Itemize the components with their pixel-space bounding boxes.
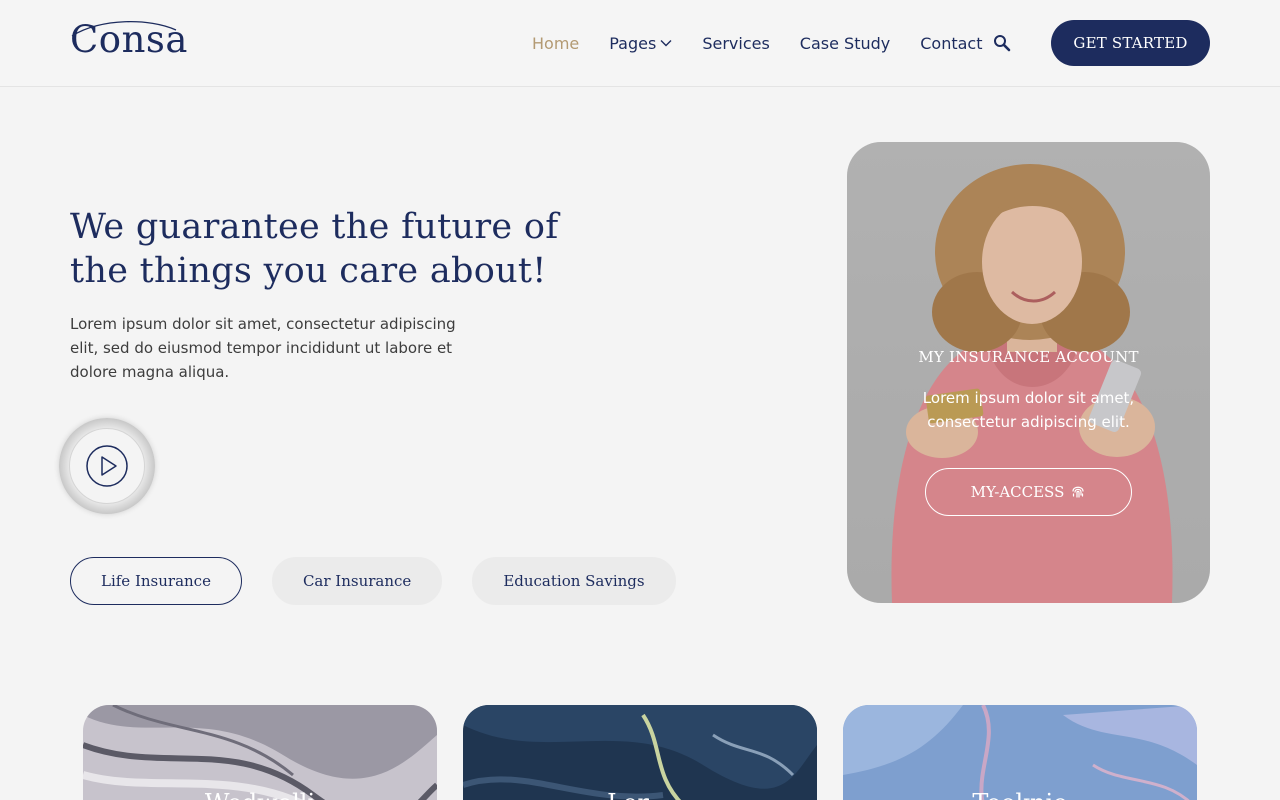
play-video-button[interactable] <box>59 418 155 514</box>
nav-item-services[interactable]: Services <box>702 34 769 53</box>
service-card-3[interactable]: Tooknio <box>843 705 1197 800</box>
nav-item-home[interactable]: Home <box>532 34 579 53</box>
get-started-button[interactable]: GET STARTED <box>1051 20 1210 66</box>
service-card-2-title: Lor… <box>463 789 817 800</box>
hero-description: Lorem ipsum dolor sit amet, consectetur … <box>70 315 456 381</box>
service-card-1[interactable]: Wedwolli <box>83 705 437 800</box>
search-icon[interactable] <box>993 34 1011 52</box>
play-icon <box>86 445 128 487</box>
insurance-account-card: MY INSURANCE ACCOUNT Lorem ipsum dolor s… <box>847 142 1210 603</box>
main-nav: Home Pages Services Case Study Contact <box>532 30 1012 56</box>
nav-item-pages[interactable]: Pages <box>609 34 672 53</box>
account-title: MY INSURANCE ACCOUNT <box>918 348 1139 366</box>
account-description: Lorem ipsum dolor sit amet, consectetur … <box>922 389 1135 431</box>
nav-item-pages-label: Pages <box>609 33 657 53</box>
card-overlay <box>847 142 1210 603</box>
tab-education-savings[interactable]: Education Savings <box>472 557 676 605</box>
nav-item-contact[interactable]: Contact <box>920 34 982 53</box>
service-card-3-title: Tooknio <box>843 789 1197 800</box>
insurance-tabs: Life Insurance Car Insurance Education S… <box>70 557 706 605</box>
service-card-1-title: Wedwolli <box>83 789 437 800</box>
hero-title: We guarantee the future of the things yo… <box>70 207 559 291</box>
tab-car-insurance[interactable]: Car Insurance <box>271 557 443 605</box>
chevron-down-icon <box>660 40 672 47</box>
play-button-inner <box>69 428 145 504</box>
brand-logo[interactable]: Consa <box>70 18 188 62</box>
marble-texture-image <box>843 705 1197 800</box>
tab-life-insurance[interactable]: Life Insurance <box>70 557 242 605</box>
nav-item-case-study[interactable]: Case Study <box>800 34 890 53</box>
my-access-label: MY-ACCESS <box>970 483 1065 501</box>
service-card-2[interactable]: Lor… <box>463 705 817 800</box>
marble-texture-image <box>463 705 817 800</box>
fingerprint-icon <box>1072 486 1084 498</box>
marble-texture-image <box>83 705 437 800</box>
site-header: Consa Home Pages Services Case Study Con… <box>0 0 1280 87</box>
my-access-button[interactable]: MY-ACCESS <box>925 468 1132 516</box>
